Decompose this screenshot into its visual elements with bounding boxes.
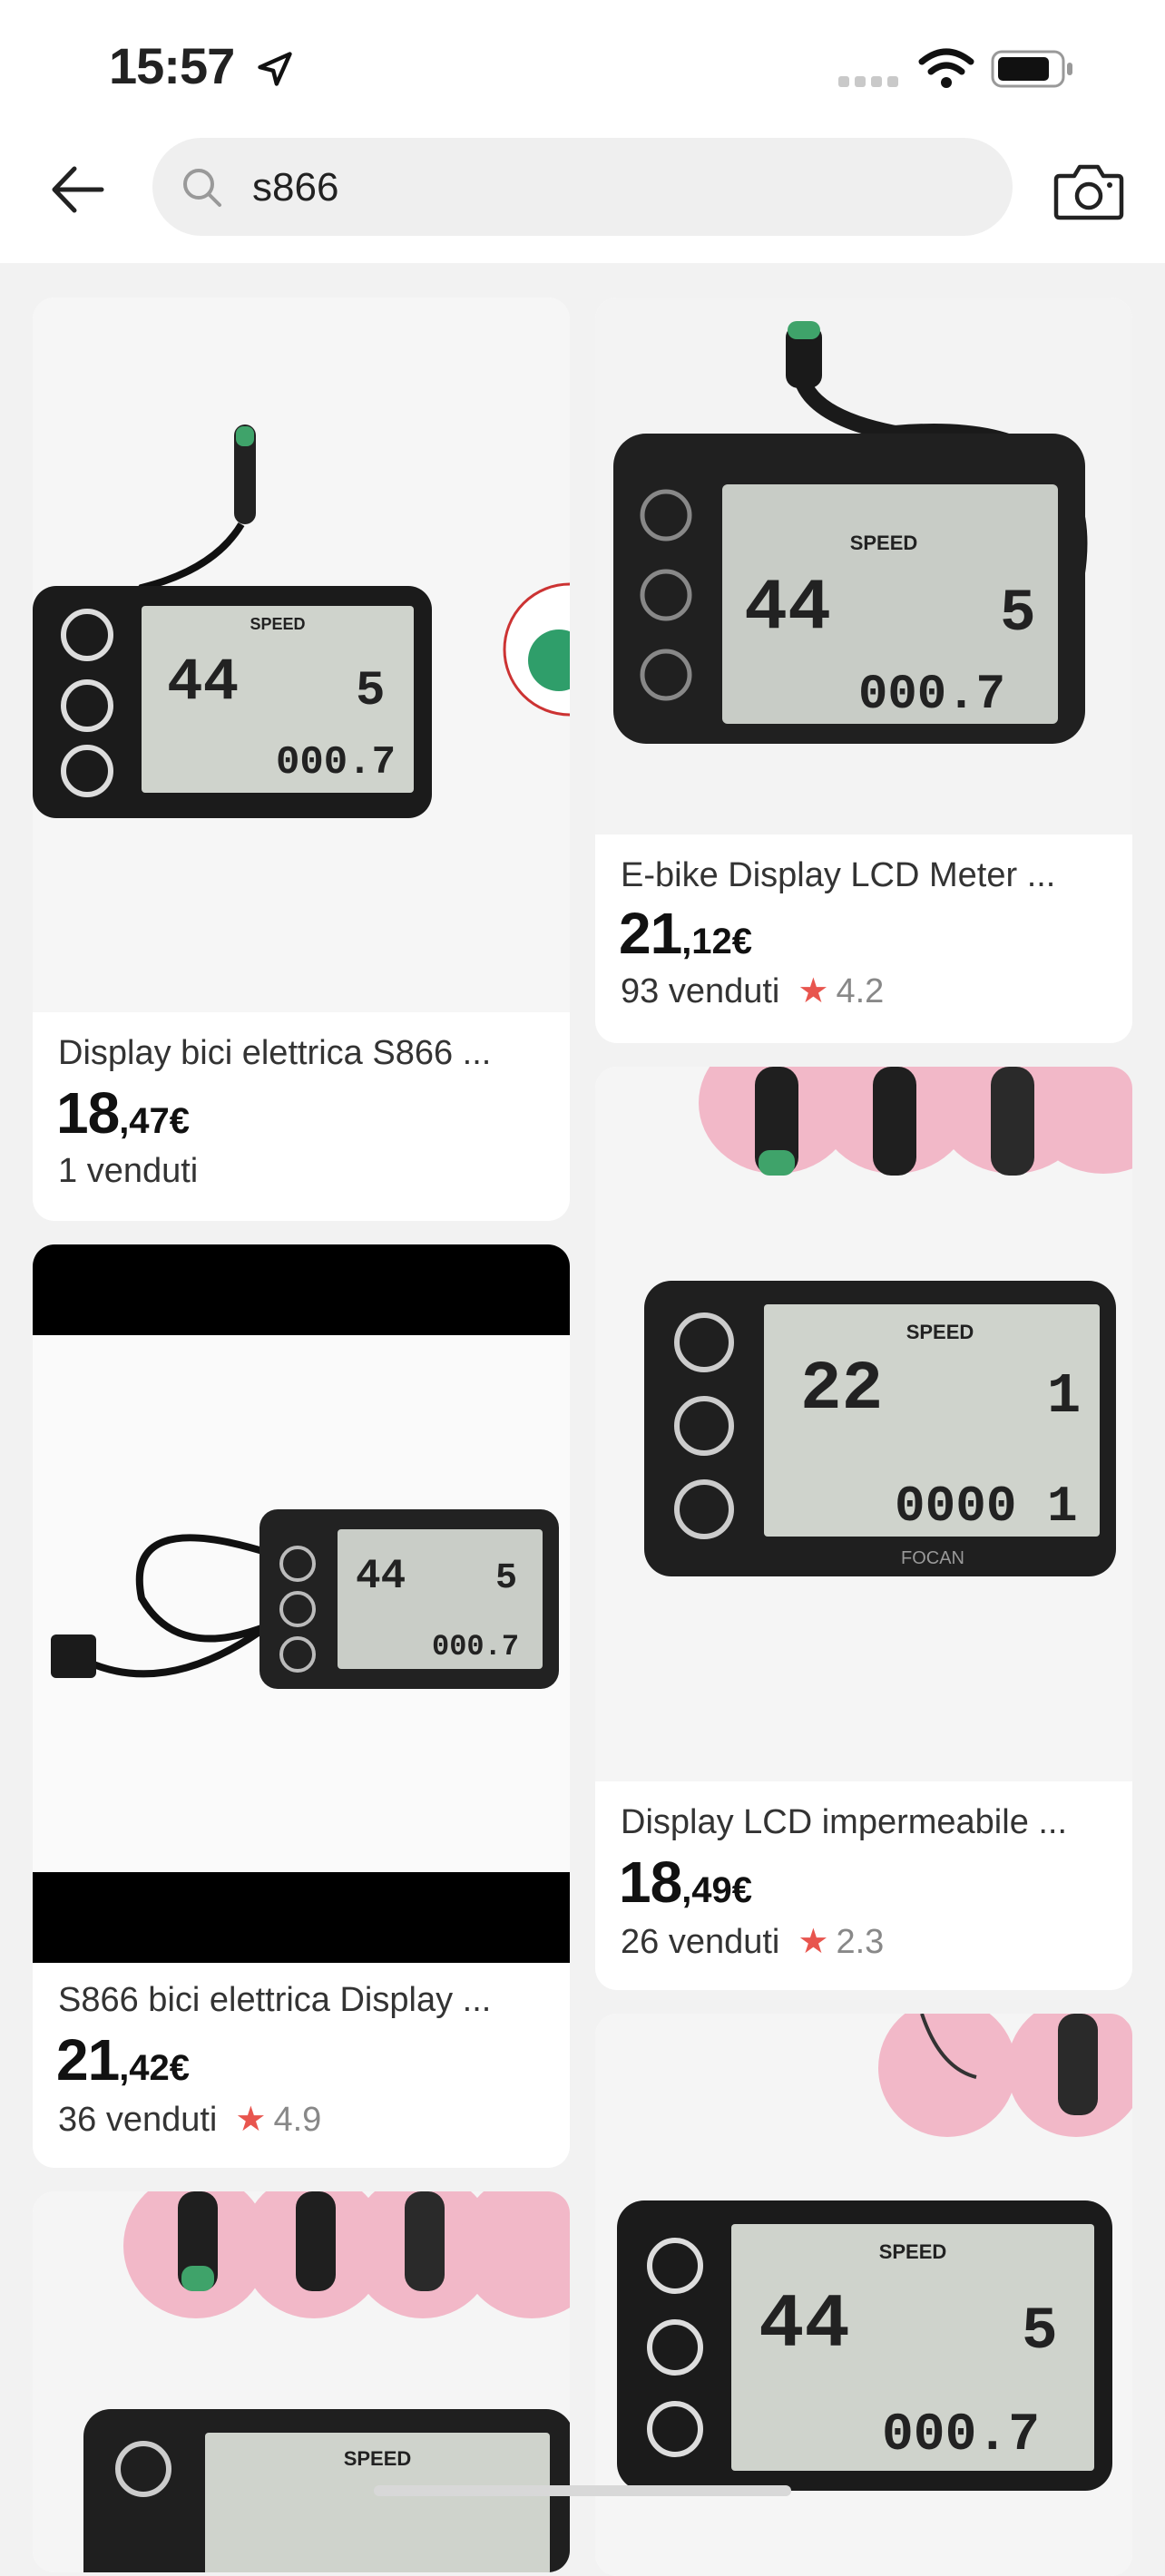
product-image: SPEED 44 5 000.7 [33, 298, 570, 1012]
lcd-speed-label: SPEED [250, 615, 305, 633]
search-icon [183, 169, 221, 207]
product-rating: ★ 2.3 [798, 1923, 885, 1961]
product-title: S866 bici elettrica Display ... [58, 1981, 492, 2019]
lcd-speed: 44 [167, 649, 239, 717]
lcd-brand: FOCAN [901, 1548, 964, 1568]
lcd-odo: 000.7 [276, 740, 396, 785]
search-query: s866 [252, 165, 339, 210]
lcd-speed: 44 [356, 1553, 406, 1600]
lcd-speed-label: SPEED [879, 2240, 947, 2263]
lcd-odo: 000.7 [882, 2406, 1040, 2465]
lcd-odo: 0000 1 [895, 1478, 1078, 1536]
star-icon: ★ [798, 1923, 829, 1961]
lcd-assist: 5 [1022, 2298, 1058, 2366]
home-indicator [374, 2485, 791, 2496]
product-card[interactable]: SPEED 44 5 000.7 Display bici elettrica … [33, 298, 570, 1221]
camera-icon[interactable] [1052, 160, 1125, 221]
search-header: s866 [0, 127, 1165, 388]
product-sold: 93 venduti ★ 4.2 [621, 972, 885, 1010]
star-icon: ★ [798, 972, 829, 1010]
lcd-assist: 5 [495, 1558, 517, 1599]
product-price: 18,49€ [619, 1849, 753, 1915]
lcd-assist: 5 [1000, 580, 1036, 648]
lcd-odo: 000.7 [858, 668, 1005, 723]
status-time: 15:57 [109, 36, 295, 95]
product-title: Display bici elettrica S866 ... [58, 1034, 492, 1072]
battery-icon [991, 50, 1072, 88]
product-title: E-bike Display LCD Meter ... [621, 856, 1056, 894]
product-card[interactable]: 44 5 000.7 S866 bici elettrica Display .… [33, 1244, 570, 2168]
lcd-speed: 44 [759, 2283, 850, 2369]
product-title: Display LCD impermeabile ... [621, 1803, 1068, 1841]
product-price: 21,12€ [619, 901, 753, 966]
location-arrow-icon [258, 52, 292, 86]
product-card[interactable]: SPEED 22 1 0000 1 FOCAN Display LCD impe… [595, 1067, 1132, 1990]
lcd-speed-label: SPEED [906, 1321, 974, 1343]
lcd-speed-label: SPEED [344, 2447, 412, 2470]
star-icon: ★ [235, 2101, 267, 2139]
product-price: 18,47€ [56, 1080, 191, 1146]
lcd-speed: 22 [800, 1351, 883, 1429]
lcd-assist: 1 [1047, 1364, 1081, 1429]
product-image: SPEED 22 1 0000 1 FOCAN [595, 1067, 1132, 1781]
signal-icon [838, 76, 898, 87]
product-sold: 1 venduti [58, 1152, 199, 1190]
product-image: SPEED [33, 2191, 570, 2572]
search-input[interactable]: s866 [152, 138, 1013, 236]
product-card[interactable]: SPEED [33, 2191, 570, 2572]
lcd-assist: 5 [356, 664, 385, 719]
product-rating: ★ 4.9 [235, 2101, 322, 2139]
wifi-icon [918, 48, 974, 88]
product-rating: ★ 4.2 [798, 972, 885, 1010]
product-image: 44 5 000.7 [33, 1244, 570, 1963]
lcd-odo: 000.7 [432, 1630, 519, 1664]
back-arrow-icon[interactable] [44, 156, 111, 223]
product-card[interactable]: SPEED 44 5 000.7 E-bike Display LCD Mete… [595, 298, 1132, 1043]
product-sold: 26 venduti ★ 2.3 [621, 1923, 885, 1961]
lcd-speed: 44 [744, 568, 831, 650]
lcd-speed-label: SPEED [850, 532, 918, 554]
status-bar: 15:57 [0, 0, 1165, 127]
product-image: SPEED 44 5 000.7 [595, 298, 1132, 834]
product-price: 21,42€ [56, 2027, 191, 2093]
product-sold: 36 venduti ★ 4.9 [58, 2101, 322, 2139]
